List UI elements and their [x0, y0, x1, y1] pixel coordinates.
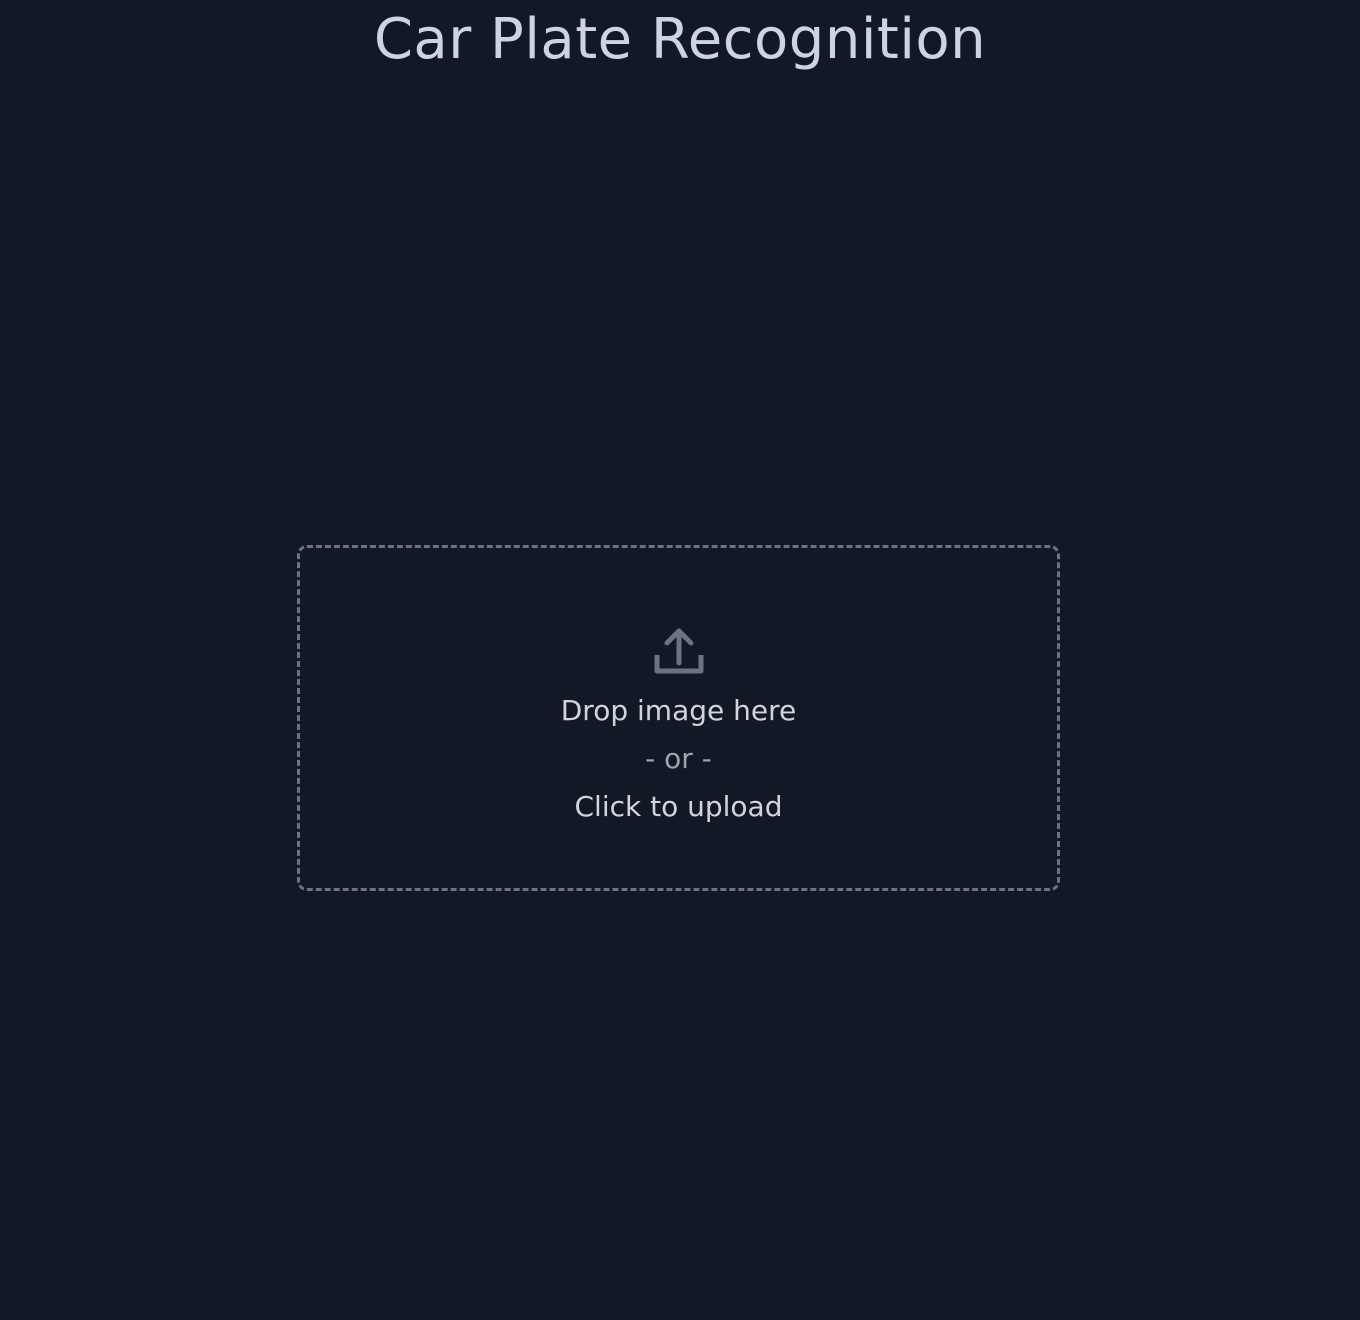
image-upload-dropzone[interactable]: Drop image here - or - Click to upload: [297, 545, 1060, 891]
drop-image-label: Drop image here: [560, 694, 797, 727]
click-to-upload-label[interactable]: Click to upload: [575, 789, 783, 825]
or-separator: - or -: [645, 742, 712, 775]
page: Car Plate Recognition Drop image here - …: [0, 0, 1360, 1320]
page-title: Car Plate Recognition: [373, 7, 987, 72]
upload-icon: [654, 628, 703, 674]
